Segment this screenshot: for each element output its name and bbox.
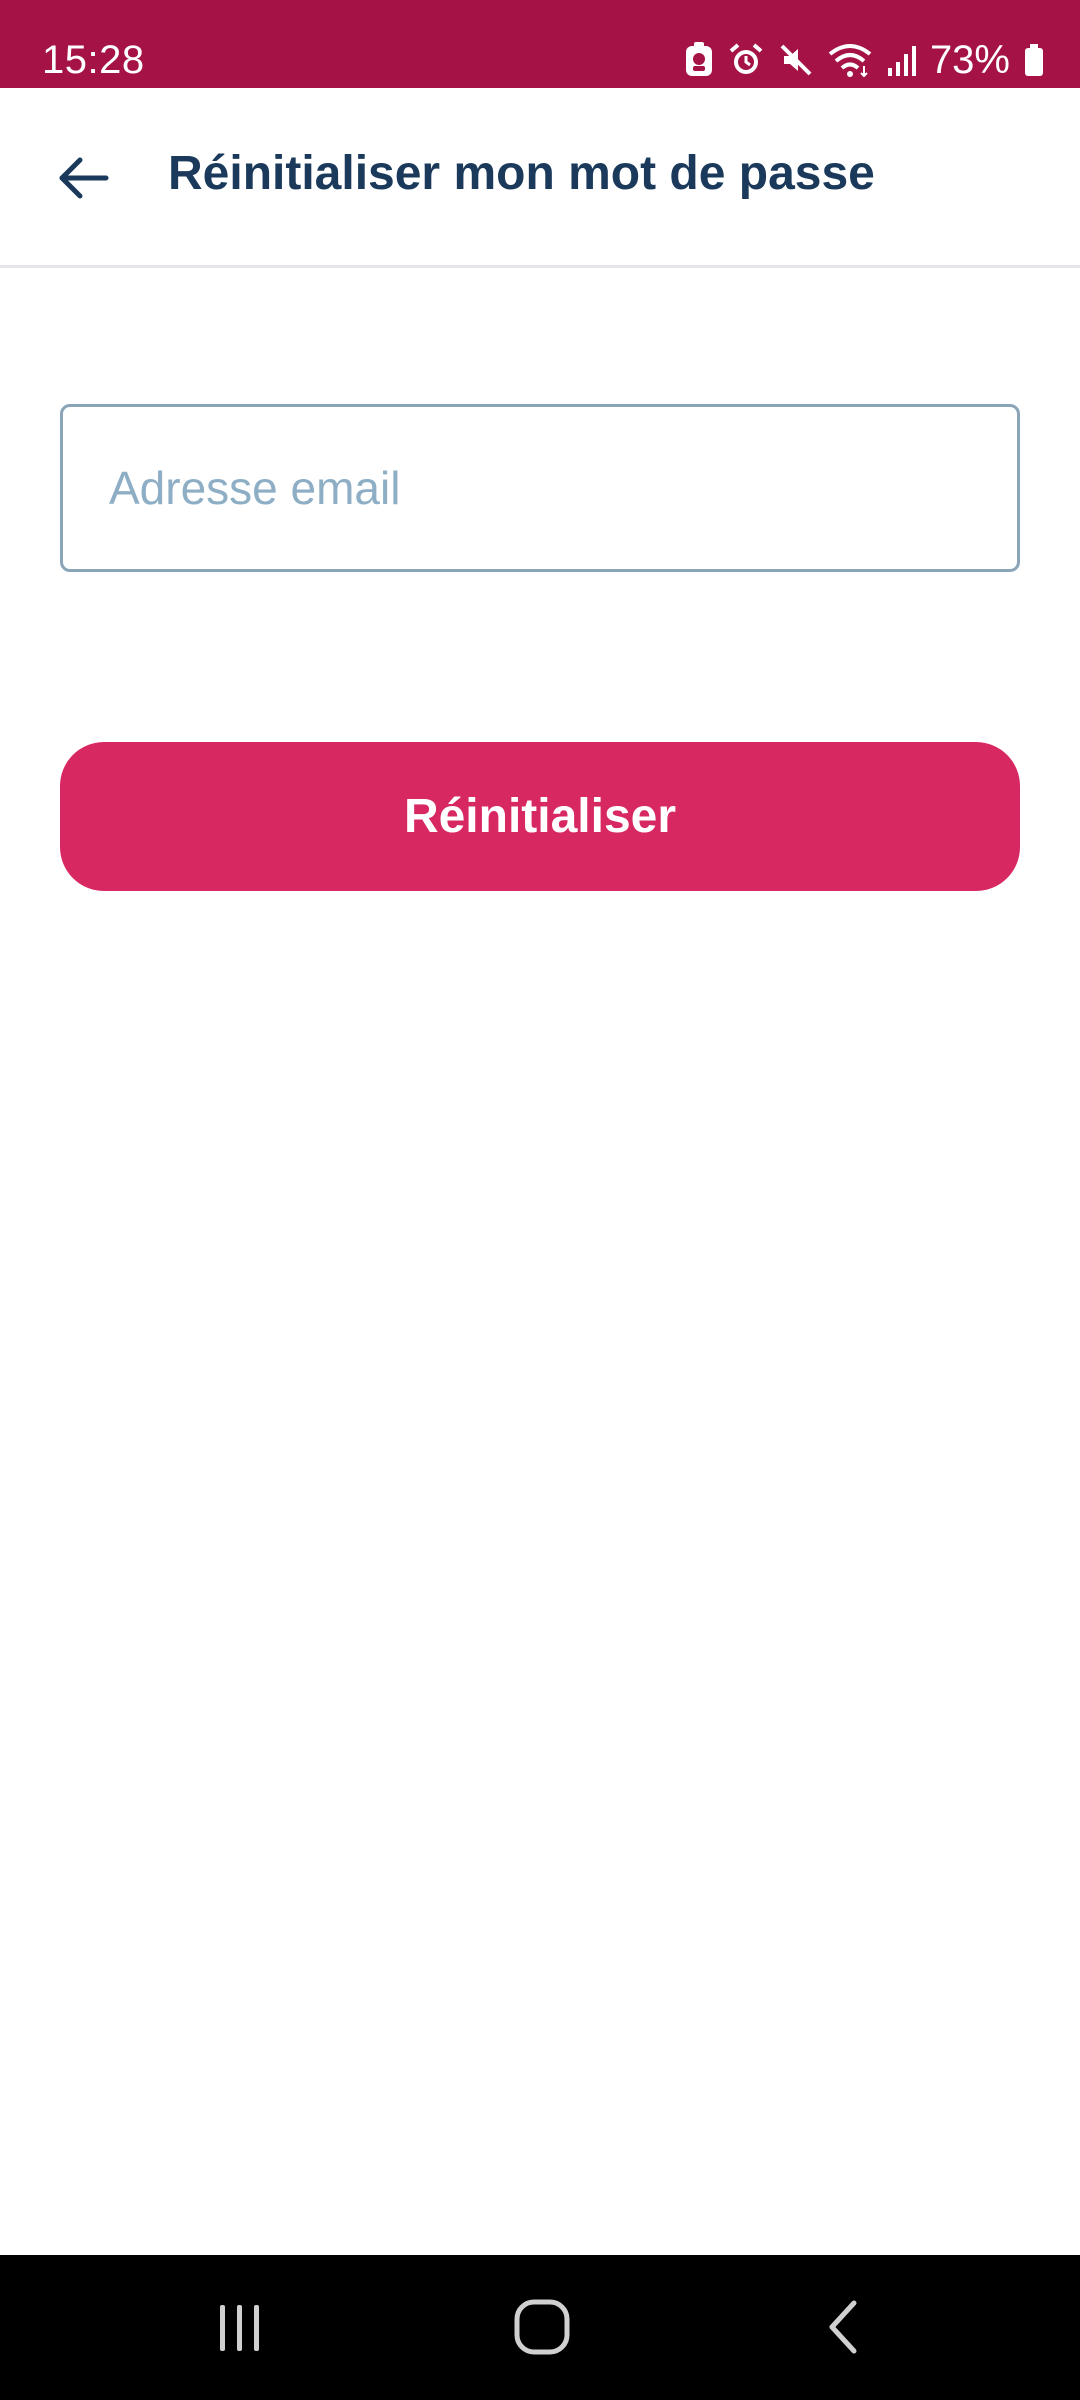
email-field[interactable] <box>60 404 1020 572</box>
reset-password-screen: 15:28 73% Réinitialiser mon mot de passe… <box>0 0 1080 2400</box>
wifi-icon <box>828 42 872 78</box>
notification-icon <box>684 42 714 78</box>
status-icons: 73% <box>684 36 1044 84</box>
mute-icon <box>778 42 814 78</box>
signal-icon <box>886 42 916 78</box>
back-button[interactable] <box>44 140 120 216</box>
page-title: Réinitialiser mon mot de passe <box>168 147 875 200</box>
battery-icon <box>1024 42 1044 78</box>
home-icon <box>514 2299 570 2355</box>
alarm-icon <box>728 42 764 78</box>
reset-button[interactable]: Réinitialiser <box>60 742 1020 891</box>
status-bar: 15:28 73% <box>0 0 1080 88</box>
system-nav-bar <box>0 2255 1080 2400</box>
home-button[interactable] <box>482 2277 602 2377</box>
system-back-button[interactable] <box>784 2277 904 2377</box>
app-bar: Réinitialiser mon mot de passe <box>0 88 1080 268</box>
status-time: 15:28 <box>42 38 145 82</box>
back-icon <box>829 2300 857 2354</box>
arrow-left-icon <box>59 157 109 199</box>
recents-button[interactable] <box>180 2277 300 2377</box>
battery-percent: 73% <box>929 38 1010 82</box>
recents-icon <box>220 2305 259 2351</box>
